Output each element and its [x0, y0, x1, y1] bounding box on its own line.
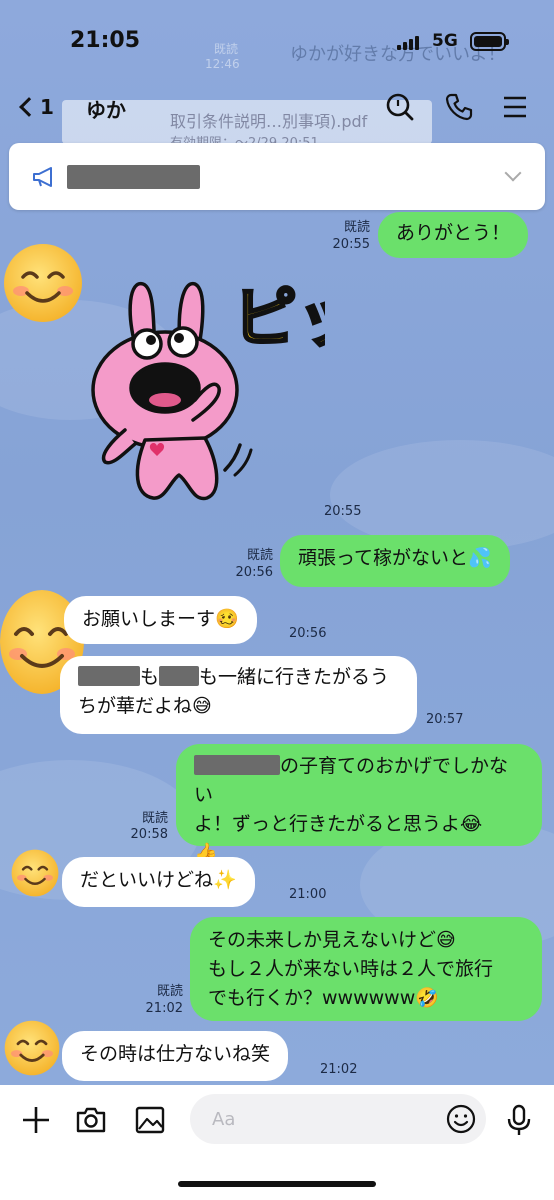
rabbit-sticker[interactable]: ピッ！	[85, 270, 325, 515]
message-input[interactable]	[190, 1094, 486, 1144]
avatar[interactable]	[4, 1020, 60, 1076]
chat-title: ゆか	[86, 98, 126, 122]
chat-header: 1 ゆか	[0, 80, 554, 135]
phone-icon[interactable]	[444, 92, 474, 122]
rofl-emoji: 🤣	[415, 987, 439, 1009]
grinning-sweat-emoji: 😅	[436, 929, 456, 951]
read-receipt: 既読	[246, 548, 273, 563]
read-receipt: 既読	[141, 811, 168, 826]
message-bubble[interactable]: その時は仕方ないね笑	[62, 1031, 289, 1081]
megaphone-icon	[33, 167, 52, 187]
message-time: 20:56	[235, 565, 273, 580]
signal-icon	[397, 35, 423, 50]
announcement-banner[interactable]	[9, 143, 545, 210]
tears-of-joy-emoji: 😂	[460, 813, 483, 835]
status-time: 21:05	[70, 28, 141, 53]
message-time: 20:57	[426, 712, 464, 727]
sparkles-emoji: ✨	[213, 869, 237, 891]
message-time: 20:58	[130, 827, 168, 842]
battery-icon	[470, 32, 509, 51]
message-text: も	[140, 666, 160, 688]
message-text: よ！ずっと行きたがると思うよ	[194, 813, 461, 835]
message-text: お願いしまーす	[82, 608, 216, 630]
message-text: だといいけどね	[80, 869, 214, 891]
message-text: その未来しか見えないけど	[208, 929, 437, 951]
read-receipt: 既読	[343, 220, 370, 235]
message-text: でも行くか？wwwwww	[208, 987, 416, 1009]
grinning-sweat-emoji: 😅	[192, 695, 212, 717]
woozy-face-emoji: 🥴	[215, 608, 239, 630]
search-icon[interactable]	[385, 92, 415, 122]
message-time: 20:55	[324, 504, 362, 519]
plus-icon[interactable]	[19, 1103, 53, 1137]
message-text: その時は仕方ないね笑	[80, 1043, 271, 1065]
emoji-icon[interactable]	[444, 1102, 478, 1136]
message-text: 頑張って稼がないと	[298, 547, 469, 569]
status-bar: 21:05 5G	[0, 0, 554, 80]
message-bubble[interactable]: お願いしまーす🥴	[64, 596, 257, 644]
avatar[interactable]	[3, 243, 83, 323]
message-bubble[interactable]: だといいけどね✨	[62, 857, 255, 907]
sweat-droplets-emoji: 💦	[468, 547, 492, 569]
message-bubble[interactable]: 頑張って稼がないと💦	[280, 535, 510, 587]
message-bubble[interactable]: も も一緒に行きたがるう ちが華だよね😅	[60, 656, 417, 734]
sticker-text: ピッ！	[233, 282, 325, 356]
redacted-name	[159, 666, 200, 686]
message-time: 21:02	[145, 1001, 183, 1016]
image-icon[interactable]	[133, 1103, 167, 1137]
microphone-icon[interactable]	[502, 1103, 536, 1137]
menu-icon[interactable]	[500, 92, 530, 122]
announcement-text-redacted	[67, 165, 200, 189]
message-bubble[interactable]: その未来しか見えないけど😅 もし２人が来ない時は２人で旅行 でも行くか？wwww…	[190, 917, 542, 1021]
avatar[interactable]	[10, 849, 60, 897]
camera-icon[interactable]	[74, 1103, 108, 1137]
redacted-name	[78, 666, 140, 686]
redacted-name	[194, 755, 280, 775]
message-bubble[interactable]: の子育てのおかげでしかない よ！ずっと行きたがると思うよ😂 👍	[176, 744, 542, 864]
chevron-left-icon	[19, 97, 39, 117]
unread-count: 1	[40, 95, 54, 119]
message-bubble[interactable]: ありがとう！	[378, 212, 529, 258]
home-indicator[interactable]	[178, 1181, 376, 1187]
message-text: もし２人が来ない時は２人で旅行	[208, 958, 494, 980]
message-time: 21:02	[320, 1062, 358, 1077]
message-time: 20:55	[332, 237, 370, 252]
message-time: 21:00	[289, 887, 327, 902]
message-text: ちが華だよね	[78, 695, 193, 717]
read-receipt: 既読	[156, 984, 183, 999]
message-text: ありがとう！	[396, 222, 511, 244]
message-text: も一緒に行きたがるう	[199, 666, 390, 688]
network-label: 5G	[432, 31, 458, 51]
message-time: 20:56	[289, 626, 327, 641]
back-button[interactable]: 1	[16, 92, 66, 122]
chevron-down-icon[interactable]	[504, 164, 522, 182]
